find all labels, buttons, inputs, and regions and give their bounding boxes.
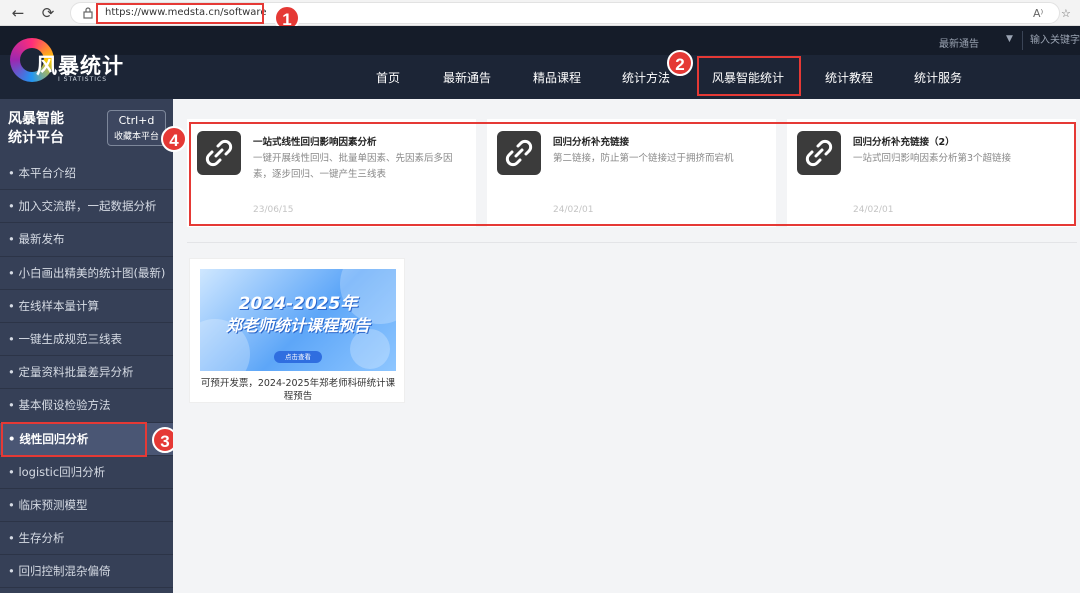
annotation-2: 2 <box>667 50 693 76</box>
sidebar-item-survival[interactable]: • 生存分析 <box>0 522 173 556</box>
sidebar-item-confounding[interactable]: • 回归控制混杂偏倚 <box>0 555 173 589</box>
sidebar-item-three-line-table[interactable]: • 一键生成规范三线表 <box>0 323 173 357</box>
nav-tutorials[interactable]: 统计教程 <box>825 69 873 86</box>
read-aloud-icon[interactable]: A⁾ <box>1033 7 1043 20</box>
sidebar-title: 风暴智能 统计平台 <box>8 110 64 148</box>
promo-caption[interactable]: 可预开发票，2024-2025年郑老师科研统计课程预告 <box>198 377 398 403</box>
course-promo-card[interactable]: 2024-2025年 郑老师统计课程预告 点击查看 可预开发票，2024-202… <box>189 258 405 403</box>
top-strip: 最新通告 ▼ 输入关键字 <box>0 26 1080 55</box>
site-header: 最新通告 ▼ 输入关键字 风暴统计 I STATISTICS 首页 最新通告 精… <box>0 26 1080 99</box>
lock-icon <box>83 7 93 19</box>
nav-highlight-box <box>697 56 801 96</box>
nav-home[interactable]: 首页 <box>376 69 400 86</box>
url-highlight-box <box>96 3 264 24</box>
cards-highlight-box <box>189 122 1076 226</box>
promo-view-button[interactable]: 点击查看 <box>274 351 322 363</box>
sidebar-item-batch-diff[interactable]: • 定量资料批量差异分析 <box>0 356 173 390</box>
bookmark-button[interactable]: Ctrl+d 收藏本平台 <box>107 110 166 146</box>
nav-services[interactable]: 统计服务 <box>914 69 962 86</box>
favorite-star-icon[interactable]: ☆ <box>1061 7 1071 20</box>
nav-methods[interactable]: 统计方法 <box>622 69 670 86</box>
sidebar-item-sample-size[interactable]: • 在线样本量计算 <box>0 290 173 323</box>
main-nav: 首页 最新通告 精品课程 统计方法 风暴智能统计 统计教程 统计服务 <box>0 55 1080 99</box>
sidebar-item-clinical-model[interactable]: • 临床预测模型 <box>0 489 173 523</box>
sidebar-menu: • 本平台介绍 • 加入交流群，一起数据分析 • 最新发布 • 小白画出精美的统… <box>0 157 173 589</box>
back-icon[interactable]: ← <box>8 3 28 23</box>
annotation-4: 4 <box>161 126 187 152</box>
sidebar-item-hypothesis-test[interactable]: • 基本假设检验方法 <box>0 389 173 423</box>
sidebar-item-charts[interactable]: • 小白画出精美的统计图(最新) <box>0 257 173 290</box>
search-input[interactable]: 输入关键字 <box>1022 31 1080 50</box>
top-notice-link[interactable]: 最新通告 <box>939 35 979 50</box>
promo-title-line2: 郑老师统计课程预告 <box>225 316 370 335</box>
sidebar-item-latest[interactable]: • 最新发布 <box>0 223 173 257</box>
bookmark-shortcut: Ctrl+d <box>118 114 155 127</box>
sidebar-title-line2: 统计平台 <box>8 130 64 146</box>
nav-courses[interactable]: 精品课程 <box>533 69 581 86</box>
sidebar: 风暴智能 统计平台 Ctrl+d 收藏本平台 • 本平台介绍 • 加入交流群，一… <box>0 99 173 593</box>
divider <box>187 242 1077 243</box>
promo-title-line1: 2024-2025年 <box>238 294 358 314</box>
sidebar-highlight-box <box>1 422 147 457</box>
sidebar-item-logistic[interactable]: • logistic回归分析 <box>0 456 173 489</box>
promo-banner[interactable]: 2024-2025年 郑老师统计课程预告 点击查看 <box>200 269 396 371</box>
bookmark-label: 收藏本平台 <box>113 132 159 142</box>
sidebar-item-join-group[interactable]: • 加入交流群，一起数据分析 <box>0 190 173 224</box>
reload-icon[interactable]: ⟳ <box>38 3 58 23</box>
sidebar-item-intro[interactable]: • 本平台介绍 <box>0 157 173 191</box>
chevron-down-icon[interactable]: ▼ <box>1006 34 1013 44</box>
sidebar-title-line1: 风暴智能 <box>8 111 64 127</box>
nav-news[interactable]: 最新通告 <box>443 69 491 86</box>
